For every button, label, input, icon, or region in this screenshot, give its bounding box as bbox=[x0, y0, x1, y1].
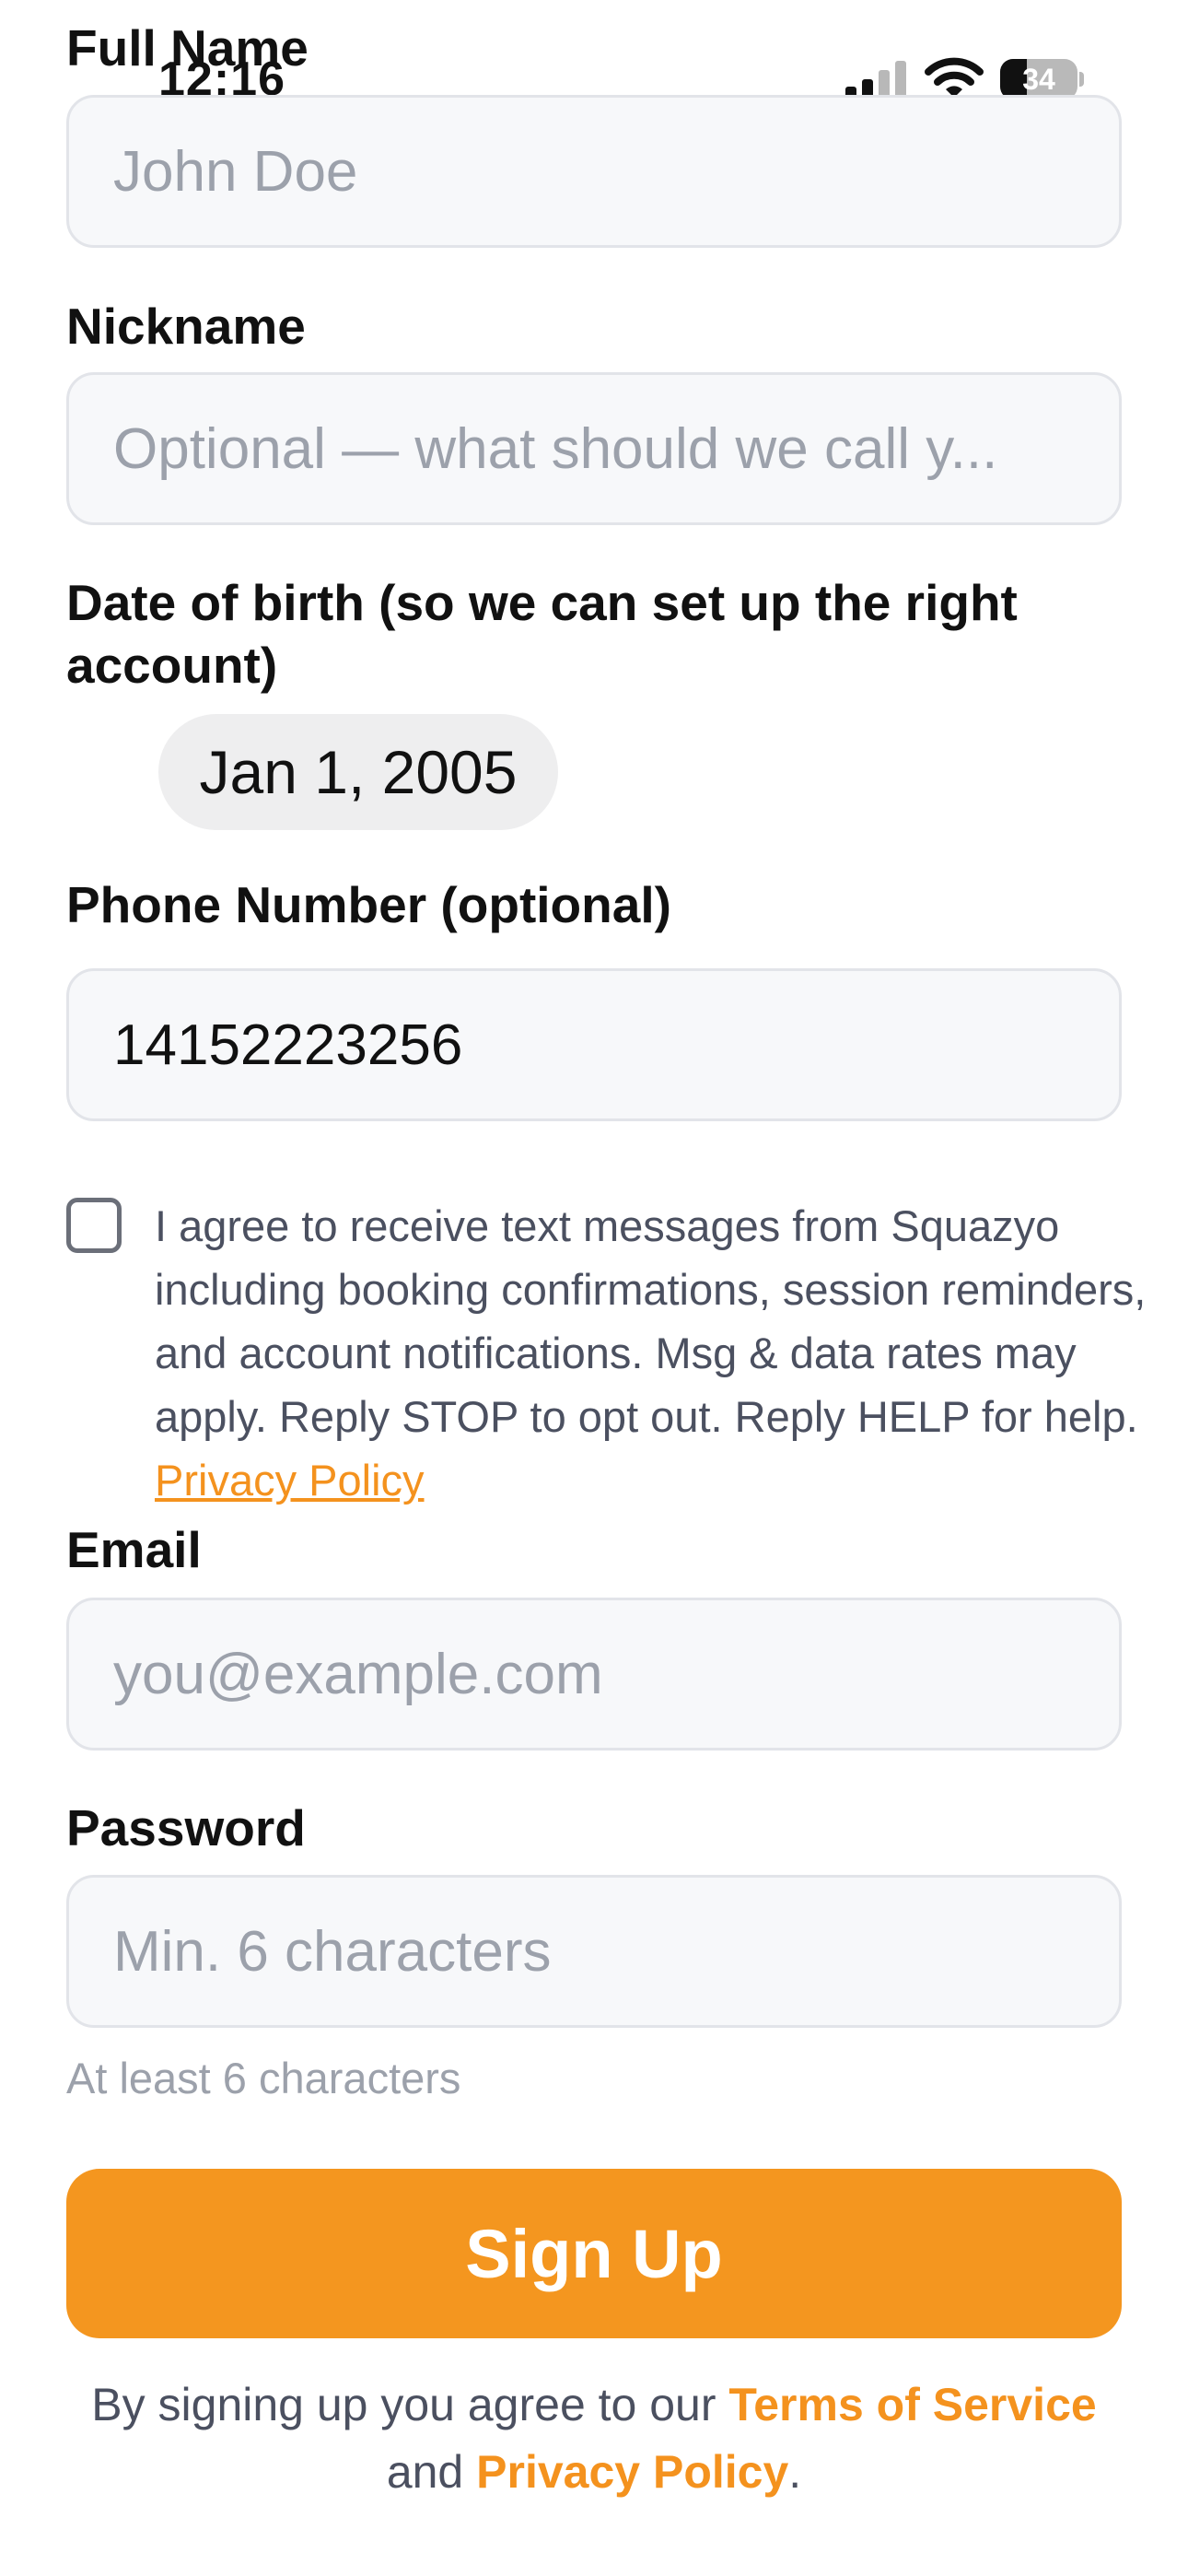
privacy-policy-link[interactable]: Privacy Policy bbox=[155, 1456, 425, 1505]
email-input[interactable] bbox=[66, 1598, 1122, 1751]
sms-consent-checkbox[interactable] bbox=[66, 1198, 122, 1253]
nickname-input[interactable] bbox=[66, 372, 1122, 525]
battery-icon: 34 bbox=[1000, 59, 1084, 100]
wifi-icon bbox=[925, 57, 984, 98]
password-helper: At least 6 characters bbox=[66, 2054, 461, 2102]
legal-suffix: . bbox=[788, 2446, 802, 2498]
nickname-label: Nickname bbox=[66, 298, 306, 355]
email-label: Email bbox=[66, 1521, 202, 1578]
dob-label: Date of birth (so we can set up the righ… bbox=[66, 574, 1018, 694]
terms-of-service-link[interactable]: Terms of Service bbox=[728, 2379, 1096, 2430]
phone-input[interactable] bbox=[66, 968, 1122, 1121]
sms-consent-text: I agree to receive text messages from Sq… bbox=[155, 1194, 1149, 1512]
dob-picker[interactable]: Jan 1, 2005 bbox=[158, 714, 558, 830]
phone-label: Phone Number (optional) bbox=[66, 876, 671, 933]
full-name-input[interactable] bbox=[66, 95, 1122, 248]
password-label: Password bbox=[66, 1799, 306, 1856]
legal-privacy-policy-link[interactable]: Privacy Policy bbox=[476, 2446, 788, 2498]
sign-up-button[interactable]: Sign Up bbox=[66, 2169, 1122, 2338]
cellular-signal-icon bbox=[845, 61, 906, 100]
password-input[interactable] bbox=[66, 1875, 1122, 2028]
legal-and: and bbox=[386, 2446, 464, 2498]
battery-level: 34 bbox=[1022, 63, 1055, 96]
sms-consent-body: I agree to receive text messages from Sq… bbox=[155, 1201, 1147, 1441]
legal-text: By signing up you agree to our Terms of … bbox=[66, 2371, 1122, 2506]
legal-prefix: By signing up you agree to our bbox=[91, 2379, 716, 2430]
